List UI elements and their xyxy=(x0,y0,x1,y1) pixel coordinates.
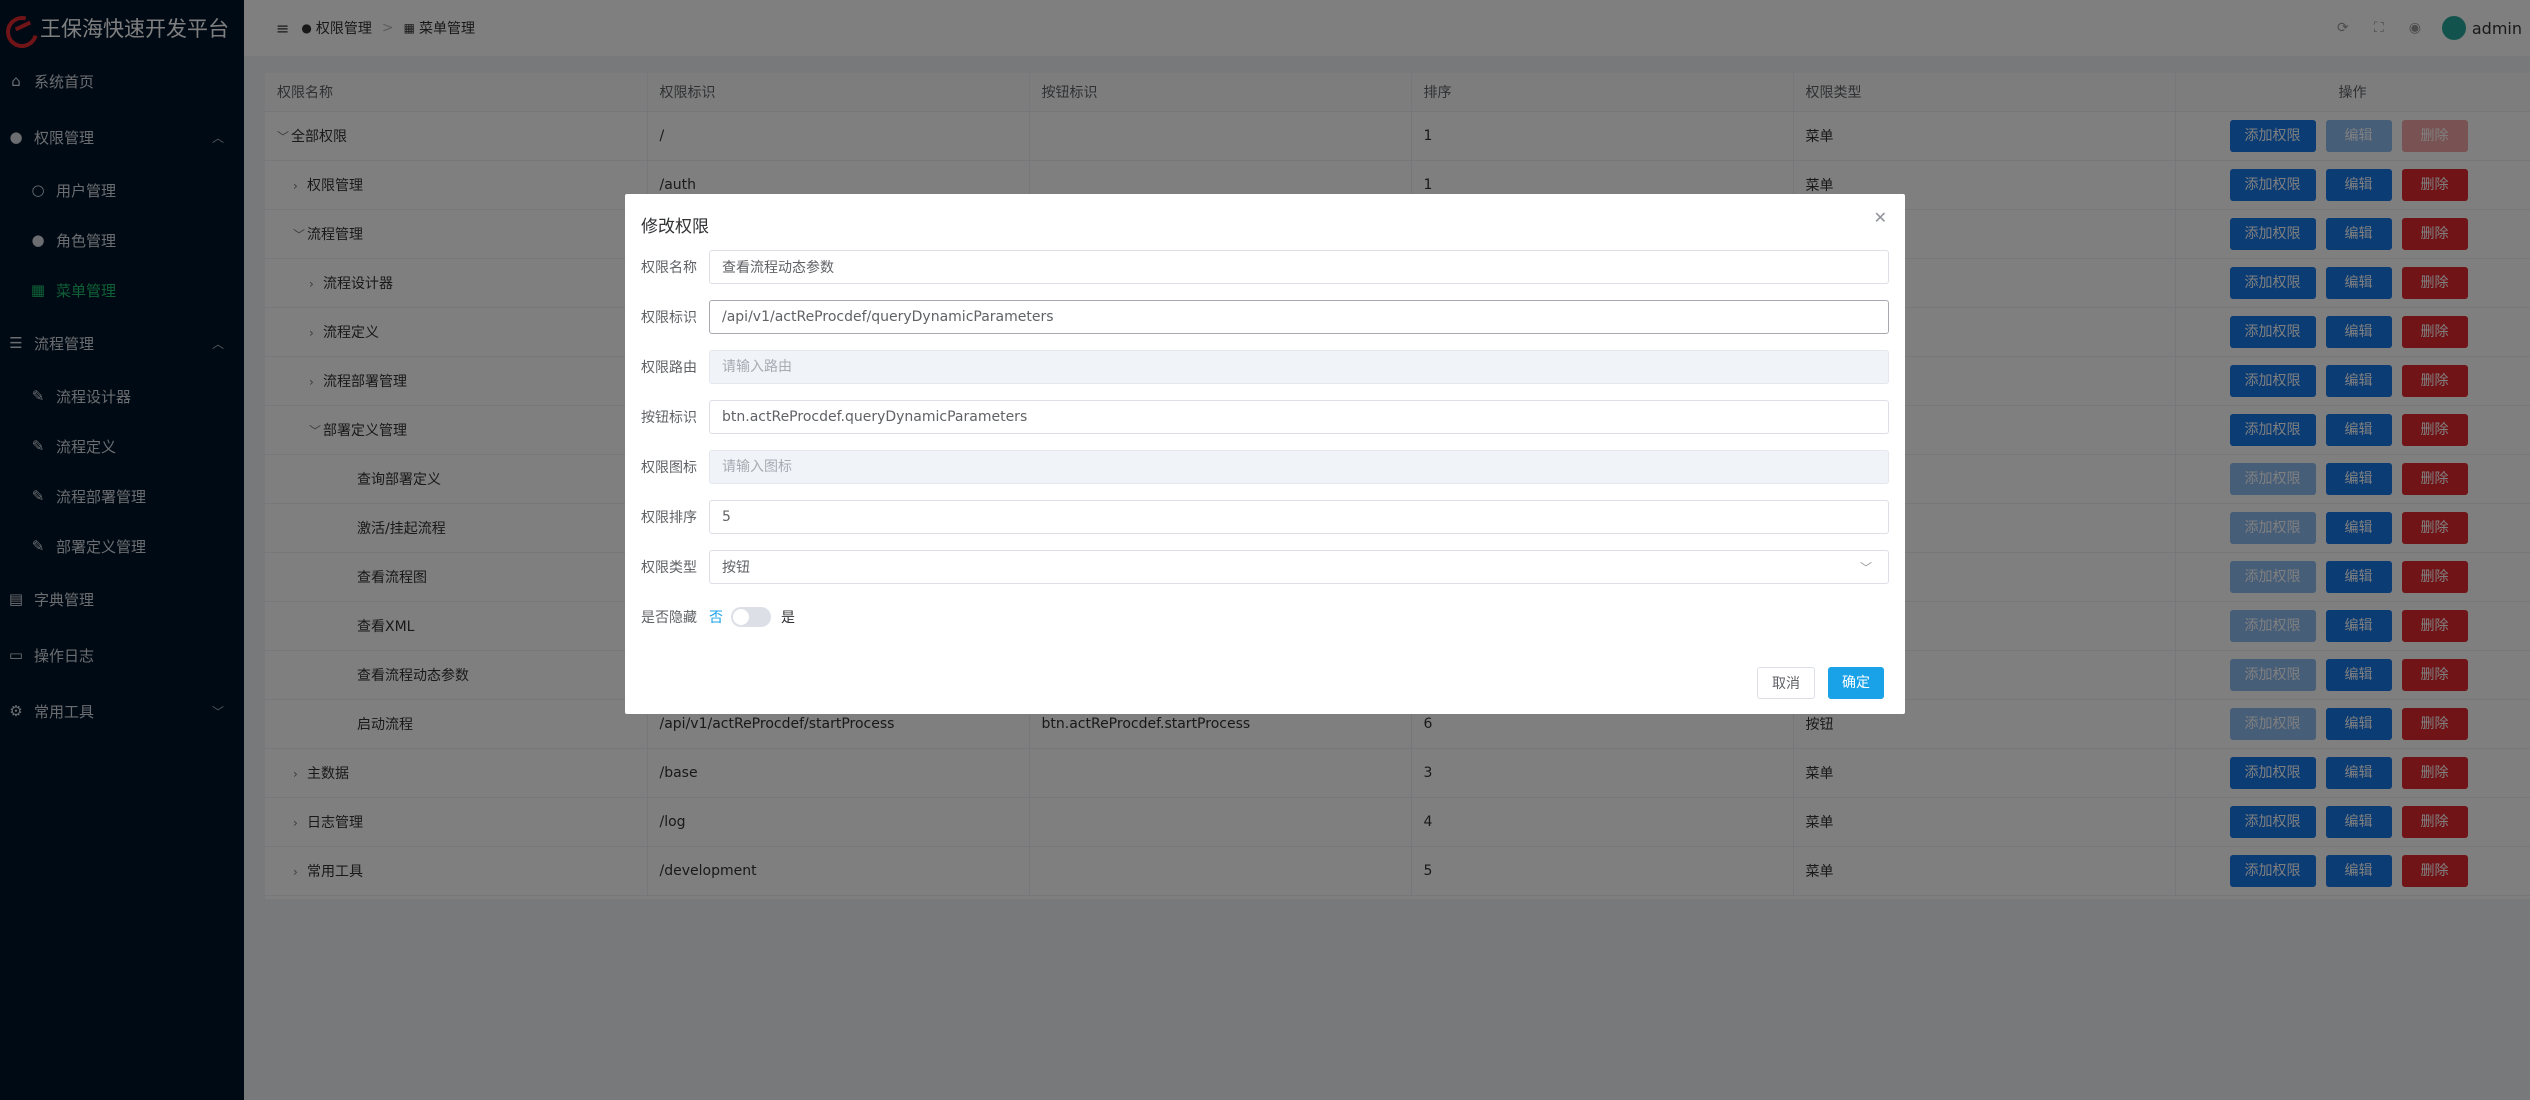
form-row-icon: 权限图标 xyxy=(641,450,1889,484)
field-label: 是否隐藏 xyxy=(641,610,697,626)
field-label: 权限排序 xyxy=(641,510,697,526)
permission-sort-input[interactable] xyxy=(709,500,1889,534)
confirm-button[interactable]: 确定 xyxy=(1828,667,1884,699)
cancel-button[interactable]: 取消 xyxy=(1757,667,1815,699)
field-label: 权限名称 xyxy=(641,260,697,276)
field-label: 权限图标 xyxy=(641,460,697,476)
close-icon[interactable]: ✕ xyxy=(1874,208,1887,227)
hidden-toggle[interactable] xyxy=(731,607,771,627)
switch-off-label: 否 xyxy=(709,610,723,626)
permission-name-input[interactable] xyxy=(709,250,1889,284)
form-row-code: 权限标识 xyxy=(641,300,1889,334)
permission-type-select[interactable]: 按钮 ﹀ xyxy=(709,550,1889,584)
field-label: 权限标识 xyxy=(641,310,697,326)
field-label: 按钮标识 xyxy=(641,410,697,426)
permission-icon-input[interactable] xyxy=(709,450,1889,484)
form-row-route: 权限路由 xyxy=(641,350,1889,384)
dialog-title: 修改权限 xyxy=(641,217,709,237)
form-row-hidden: 是否隐藏 否 是 xyxy=(641,600,1889,634)
form-row-type: 权限类型 按钮 ﹀ xyxy=(641,550,1889,584)
edit-permission-dialog: 修改权限 ✕ 权限名称 权限标识 权限路由 按钮标识 权限图标 权限排序 权限类… xyxy=(625,194,1905,714)
field-label: 权限路由 xyxy=(641,360,697,376)
form-row-button-code: 按钮标识 xyxy=(641,400,1889,434)
select-value: 按钮 xyxy=(722,560,750,576)
form-row-name: 权限名称 xyxy=(641,250,1889,284)
button-code-input[interactable] xyxy=(709,400,1889,434)
switch-on-label: 是 xyxy=(781,610,795,626)
toggle-knob xyxy=(733,609,749,625)
hidden-switch-group: 否 是 xyxy=(709,607,795,627)
field-label: 权限类型 xyxy=(641,560,697,576)
permission-code-input[interactable] xyxy=(709,300,1889,334)
permission-route-input[interactable] xyxy=(709,350,1889,384)
form-row-sort: 权限排序 xyxy=(641,500,1889,534)
chevron-down-icon: ﹀ xyxy=(1859,561,1872,575)
